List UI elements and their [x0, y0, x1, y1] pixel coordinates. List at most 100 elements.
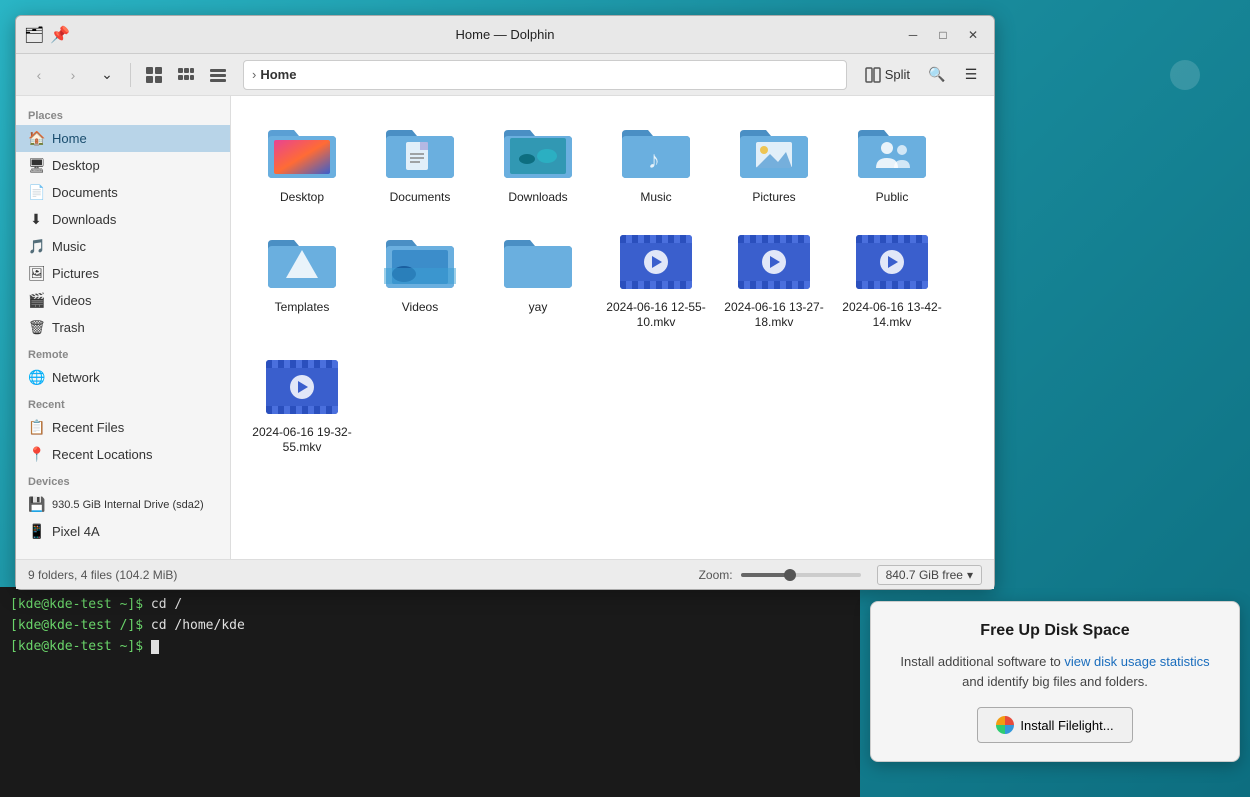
documents-icon: 📄 [28, 184, 44, 201]
downloads-icon: ⬇ [28, 211, 44, 228]
sidebar-item-trash[interactable]: 🗑 Trash [16, 314, 230, 341]
file-item-vid2[interactable]: 2024-06-16 13-27-18.mkv [719, 222, 829, 339]
back-button[interactable]: ‹ [24, 60, 54, 90]
sidebar-item-recent-files[interactable]: 📋 Recent Files [16, 414, 230, 441]
file-name-yay: yay [529, 300, 548, 316]
close-button[interactable]: ✕ [960, 24, 986, 46]
popup-title: Free Up Disk Space [893, 622, 1217, 640]
view-compact-button[interactable] [171, 60, 201, 90]
window-title: Home — Dolphin [456, 27, 555, 42]
view-buttons [139, 60, 233, 90]
file-name-downloads: Downloads [508, 190, 567, 206]
home-icon: 🏠 [28, 130, 44, 147]
search-button[interactable]: 🔍 [922, 60, 952, 90]
sidebar-item-pictures-label: Pictures [52, 266, 99, 281]
video-strip-top [620, 235, 692, 243]
file-item-music[interactable]: ♪ Music [601, 112, 711, 214]
window-icon: 🗂 [24, 25, 44, 45]
recent-locations-icon: 📍 [28, 446, 44, 463]
zoom-slider[interactable] [741, 573, 861, 577]
video-icon-1 [616, 230, 696, 294]
file-item-vid1[interactable]: 2024-06-16 12-55-10.mkv [601, 222, 711, 339]
file-item-vid3[interactable]: 2024-06-16 13-42-14.mkv [837, 222, 947, 339]
menu-button[interactable]: ☰ [956, 60, 986, 90]
file-item-videos[interactable]: Videos [365, 222, 475, 339]
grid-icon [145, 66, 163, 84]
popup-description: Install additional software to view disk… [893, 652, 1217, 691]
view-icons-button[interactable] [139, 60, 169, 90]
forward-button[interactable]: › [58, 60, 88, 90]
breadcrumb-text: Home [260, 67, 296, 82]
sidebar-item-music[interactable]: 🎵 Music [16, 233, 230, 260]
sidebar-item-videos[interactable]: 🎬 Videos [16, 287, 230, 314]
file-name-templates: Templates [275, 300, 330, 316]
video-strip-top-3 [856, 235, 928, 243]
maximize-button[interactable]: □ [930, 24, 956, 46]
file-name-vid1: 2024-06-16 12-55-10.mkv [605, 300, 707, 331]
video-strip-top-4 [266, 360, 338, 368]
pin-icon[interactable]: 📌 [50, 25, 70, 45]
sidebar-item-music-label: Music [52, 239, 86, 254]
split-button[interactable]: Split [857, 60, 918, 90]
install-filelight-button[interactable]: Install Filelight... [977, 707, 1132, 743]
split-label: Split [885, 67, 910, 82]
sidebar-item-recent-locations-label: Recent Locations [52, 447, 152, 462]
detail-icon [209, 66, 227, 84]
file-item-pictures[interactable]: Pictures [719, 112, 829, 214]
file-name-vid3: 2024-06-16 13-42-14.mkv [841, 300, 943, 331]
sidebar-item-recent-files-label: Recent Files [52, 420, 124, 435]
titlebar-controls: ─ □ ✕ [900, 24, 986, 46]
sidebar-item-downloads[interactable]: ⬇ Downloads [16, 206, 230, 233]
music-icon: 🎵 [28, 238, 44, 255]
breadcrumb[interactable]: › Home [243, 60, 847, 90]
phone-icon: 📱 [28, 523, 44, 540]
statusbar: 9 folders, 4 files (104.2 MiB) Zoom: 840… [16, 559, 994, 589]
minimize-button[interactable]: ─ [900, 24, 926, 46]
terminal-prompt-1: [kde@kde-test ~]$ [10, 597, 143, 612]
sidebar-item-documents[interactable]: 📄 Documents [16, 179, 230, 206]
file-item-public[interactable]: Public [837, 112, 947, 214]
terminal-cursor [151, 640, 159, 654]
file-item-templates[interactable]: Templates [247, 222, 357, 339]
content-area: Places 🏠 Home 🖥 Desktop 📄 Documents ⬇ Do… [16, 96, 994, 559]
folder-downloads-icon [498, 120, 578, 184]
video-strip-bottom [620, 281, 692, 289]
file-item-vid4[interactable]: 2024-06-16 19-32-55.mkv [247, 347, 357, 464]
file-item-desktop[interactable]: Desktop [247, 112, 357, 214]
bg-decor [1170, 60, 1200, 90]
folder-public-icon [852, 120, 932, 184]
folder-music-icon: ♪ [616, 120, 696, 184]
sidebar-item-desktop[interactable]: 🖥 Desktop [16, 152, 230, 179]
sidebar-item-pictures[interactable]: 🖼 Pictures [16, 260, 230, 287]
split-icon [865, 67, 881, 83]
remote-label: Remote [16, 341, 230, 364]
sidebar-item-desktop-label: Desktop [52, 158, 100, 173]
video-icon-2 [734, 230, 814, 294]
popup-desc-link[interactable]: view disk usage statistics [1064, 654, 1209, 669]
sidebar-item-home[interactable]: 🏠 Home [16, 125, 230, 152]
file-item-yay[interactable]: yay [483, 222, 593, 339]
file-name-videos: Videos [402, 300, 438, 316]
sidebar-item-drive-label: 930.5 GiB Internal Drive (sda2) [52, 499, 204, 511]
down-button[interactable]: ⌄ [92, 60, 122, 90]
sidebar-item-network[interactable]: 🌐 Network [16, 364, 230, 391]
videos-icon: 🎬 [28, 292, 44, 309]
titlebar: 🗂 📌 Home — Dolphin ─ □ ✕ [16, 16, 994, 54]
zoom-thumb [784, 569, 796, 581]
file-item-documents[interactable]: Documents [365, 112, 475, 214]
sidebar-item-pixel4a[interactable]: 📱 Pixel 4A [16, 518, 230, 545]
terminal-line-3: [kde@kde-test ~]$ [10, 637, 850, 658]
sidebar-item-recent-locations[interactable]: 📍 Recent Locations [16, 441, 230, 468]
free-space-button[interactable]: 840.7 GiB free ▾ [877, 565, 982, 585]
recent-label: Recent [16, 391, 230, 414]
file-item-downloads[interactable]: Downloads [483, 112, 593, 214]
sidebar-item-videos-label: Videos [52, 293, 92, 308]
video-strip-bottom-4 [266, 406, 338, 414]
popup-desc-start: Install additional software to [900, 654, 1064, 669]
view-detail-button[interactable] [203, 60, 233, 90]
terminal[interactable]: [kde@kde-test ~]$ cd / [kde@kde-test /]$… [0, 587, 860, 797]
sidebar-item-internal-drive[interactable]: 💾 930.5 GiB Internal Drive (sda2) [16, 491, 230, 518]
folder-documents-icon [380, 120, 460, 184]
video-strip-bottom-3 [856, 281, 928, 289]
desktop-icon: 🖥 [28, 157, 44, 174]
